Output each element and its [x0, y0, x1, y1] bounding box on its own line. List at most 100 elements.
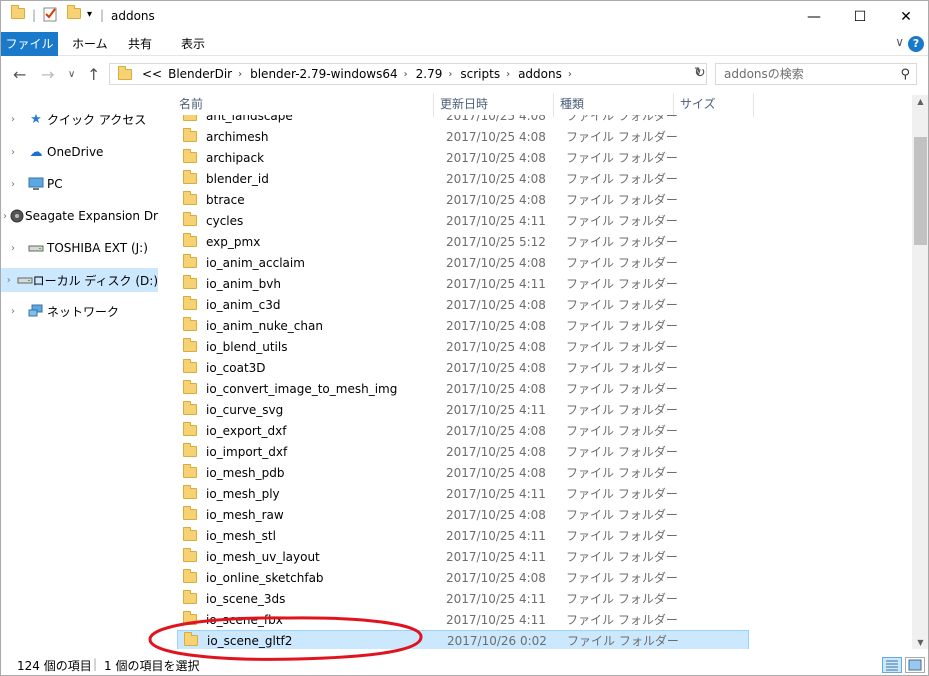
table-row[interactable]: archimesh 2017/10/25 4:08 ファイル フォルダー	[177, 126, 749, 147]
close-button[interactable]: ✕	[883, 1, 928, 32]
sidebar-item-toshiba[interactable]: › TOSHIBA EXT (J:)	[1, 236, 158, 260]
table-row[interactable]: io_curve_svg 2017/10/25 4:11 ファイル フォルダー	[177, 399, 749, 420]
table-row[interactable]: io_import_dxf 2017/10/25 4:08 ファイル フォルダー	[177, 441, 749, 462]
table-row[interactable]: io_convert_image_to_mesh_img 2017/10/25 4…	[177, 378, 749, 399]
breadcrumb-item[interactable]: BlenderDir	[168, 67, 232, 81]
file-date: 2017/10/25 4:08	[446, 318, 546, 333]
table-row[interactable]: io_anim_bvh 2017/10/25 4:11 ファイル フォルダー	[177, 273, 749, 294]
chevron-right-icon[interactable]: ›	[506, 69, 510, 80]
sidebar-item-seagate[interactable]: › Seagate Expansion Dr	[1, 204, 158, 228]
table-row[interactable]: io_export_dxf 2017/10/25 4:08 ファイル フォルダー	[177, 420, 749, 441]
search-input[interactable]: addonsの検索 ⚲	[715, 63, 917, 85]
file-date: 2017/10/25 4:11	[446, 549, 546, 564]
up-button[interactable]: ↑	[87, 65, 100, 84]
table-row[interactable]: io_coat3D 2017/10/25 4:08 ファイル フォルダー	[177, 357, 749, 378]
table-row[interactable]: io_mesh_raw 2017/10/25 4:08 ファイル フォルダー	[177, 504, 749, 525]
table-row[interactable]: btrace 2017/10/25 4:08 ファイル フォルダー	[177, 189, 749, 210]
tab-view[interactable]: 表示	[169, 32, 217, 56]
forward-button[interactable]: →	[41, 65, 54, 84]
table-row[interactable]: io_mesh_ply 2017/10/25 4:11 ファイル フォルダー	[177, 483, 749, 504]
breadcrumb-item[interactable]: 2.79	[416, 67, 443, 81]
sidebar-item-pc[interactable]: › PC	[1, 172, 158, 196]
table-row[interactable]: blender_id 2017/10/25 4:08 ファイル フォルダー	[177, 168, 749, 189]
table-row[interactable]: io_anim_acclaim 2017/10/25 4:08 ファイル フォルダー	[177, 252, 749, 273]
table-row[interactable]: archipack 2017/10/25 4:08 ファイル フォルダー	[177, 147, 749, 168]
new-folder-icon[interactable]	[67, 5, 81, 19]
vertical-scrollbar[interactable]: ▲ ▼	[912, 95, 928, 649]
column-header-name[interactable]: 名前	[179, 93, 203, 115]
breadcrumb-item[interactable]: addons	[518, 67, 562, 81]
file-name: io_mesh_uv_layout	[206, 549, 320, 564]
breadcrumb-item[interactable]: scripts	[460, 67, 500, 81]
table-row[interactable]: ant_landscape 2017/10/25 4:08 ファイル フォルダー	[177, 115, 749, 126]
tab-home[interactable]: ホーム	[60, 32, 120, 56]
column-header-size[interactable]: サイズ	[680, 93, 716, 115]
sidebar-item-network[interactable]: › ネットワーク	[1, 299, 158, 323]
column-header-date[interactable]: 更新日時	[440, 93, 488, 115]
sidebar-item-label: クイック アクセス	[47, 112, 147, 127]
tab-share[interactable]: 共有	[116, 32, 164, 56]
tab-file[interactable]: ファイル	[1, 32, 58, 56]
file-type: ファイル フォルダー	[566, 151, 678, 165]
minimize-button[interactable]: —	[791, 1, 837, 32]
table-row[interactable]: io_mesh_uv_layout 2017/10/25 4:11 ファイル フォル…	[177, 546, 749, 567]
refresh-icon[interactable]: ↻	[694, 65, 706, 81]
sidebar-item-quick-access[interactable]: › ★ クイック アクセス	[1, 107, 158, 131]
table-row[interactable]: io_scene_3ds 2017/10/25 4:11 ファイル フォルダー	[177, 588, 749, 609]
expand-icon[interactable]: ›	[1, 211, 9, 222]
file-type: ファイル フォルダー	[566, 256, 678, 270]
column-divider[interactable]	[753, 93, 754, 117]
window-title: addons	[111, 9, 155, 23]
expand-icon[interactable]: ›	[1, 275, 17, 286]
file-date: 2017/10/25 4:11	[446, 612, 546, 627]
table-row[interactable]: io_blend_utils 2017/10/25 4:08 ファイル フォルダー	[177, 336, 749, 357]
breadcrumb-item[interactable]: blender-2.79-windows64	[250, 67, 398, 81]
sidebar-item-local-disk[interactable]: › ローカル ディスク (D:)	[1, 268, 158, 292]
table-row[interactable]: io_anim_c3d 2017/10/25 4:08 ファイル フォルダー	[177, 294, 749, 315]
search-icon[interactable]: ⚲	[900, 65, 910, 85]
chevron-right-icon[interactable]: ›	[238, 69, 242, 80]
table-row[interactable]: io_scene_fbx 2017/10/25 4:11 ファイル フォルダー	[177, 609, 749, 630]
expand-icon[interactable]: ›	[1, 147, 25, 158]
sidebar-item-label: PC	[47, 177, 63, 191]
column-divider[interactable]	[433, 93, 434, 117]
table-row[interactable]: io_mesh_stl 2017/10/25 4:11 ファイル フォルダー	[177, 525, 749, 546]
recent-locations-dropdown-icon[interactable]: ∨	[68, 69, 75, 80]
quick-access-dropdown-icon[interactable]: ▾	[87, 9, 92, 20]
chevron-right-icon[interactable]: ›	[448, 69, 452, 80]
file-name: exp_pmx	[206, 234, 261, 249]
table-row[interactable]: io_online_sketchfab 2017/10/25 4:08 ファイル フ…	[177, 567, 749, 588]
table-row[interactable]: cycles 2017/10/25 4:11 ファイル フォルダー	[177, 210, 749, 231]
back-button[interactable]: ←	[13, 65, 26, 84]
table-row[interactable]: io_scene_gltf2 2017/10/26 0:02 ファイル フォルダー	[177, 630, 749, 649]
scroll-up-icon[interactable]: ▲	[912, 97, 928, 106]
file-name: io_online_sketchfab	[206, 570, 324, 585]
help-icon[interactable]: ?	[908, 36, 924, 52]
table-row[interactable]: exp_pmx 2017/10/25 5:12 ファイル フォルダー	[177, 231, 749, 252]
scrollbar-thumb[interactable]	[914, 137, 927, 245]
expand-icon[interactable]: ›	[1, 179, 25, 190]
maximize-button[interactable]: ☐	[837, 1, 883, 32]
column-divider[interactable]	[673, 93, 674, 117]
properties-icon[interactable]	[42, 6, 58, 22]
sidebar-item-onedrive[interactable]: › ☁ OneDrive	[1, 140, 158, 164]
expand-icon[interactable]: ›	[1, 114, 25, 125]
scroll-down-icon[interactable]: ▼	[912, 638, 928, 647]
breadcrumb-overflow[interactable]: <<	[142, 67, 162, 81]
address-bar[interactable]: << BlenderDir › blender-2.79-windows64 › 2…	[109, 63, 707, 85]
expand-icon[interactable]: ›	[1, 306, 25, 317]
column-header-type[interactable]: 種類	[560, 93, 584, 115]
file-date: 2017/10/25 4:08	[446, 129, 546, 144]
expand-icon[interactable]: ›	[1, 243, 25, 254]
table-row[interactable]: io_mesh_pdb 2017/10/25 4:08 ファイル フォルダー	[177, 462, 749, 483]
details-view-icon[interactable]	[882, 657, 902, 673]
table-row[interactable]: io_anim_nuke_chan 2017/10/25 4:08 ファイル フォル…	[177, 315, 749, 336]
folder-icon	[183, 338, 197, 352]
folder-icon	[183, 359, 197, 373]
separator: |	[93, 657, 98, 671]
chevron-down-icon[interactable]: ∨	[895, 35, 904, 49]
chevron-right-icon[interactable]: ›	[404, 69, 408, 80]
chevron-right-icon[interactable]: ›	[568, 69, 572, 80]
large-icons-view-icon[interactable]	[905, 657, 925, 673]
column-divider[interactable]	[553, 93, 554, 117]
